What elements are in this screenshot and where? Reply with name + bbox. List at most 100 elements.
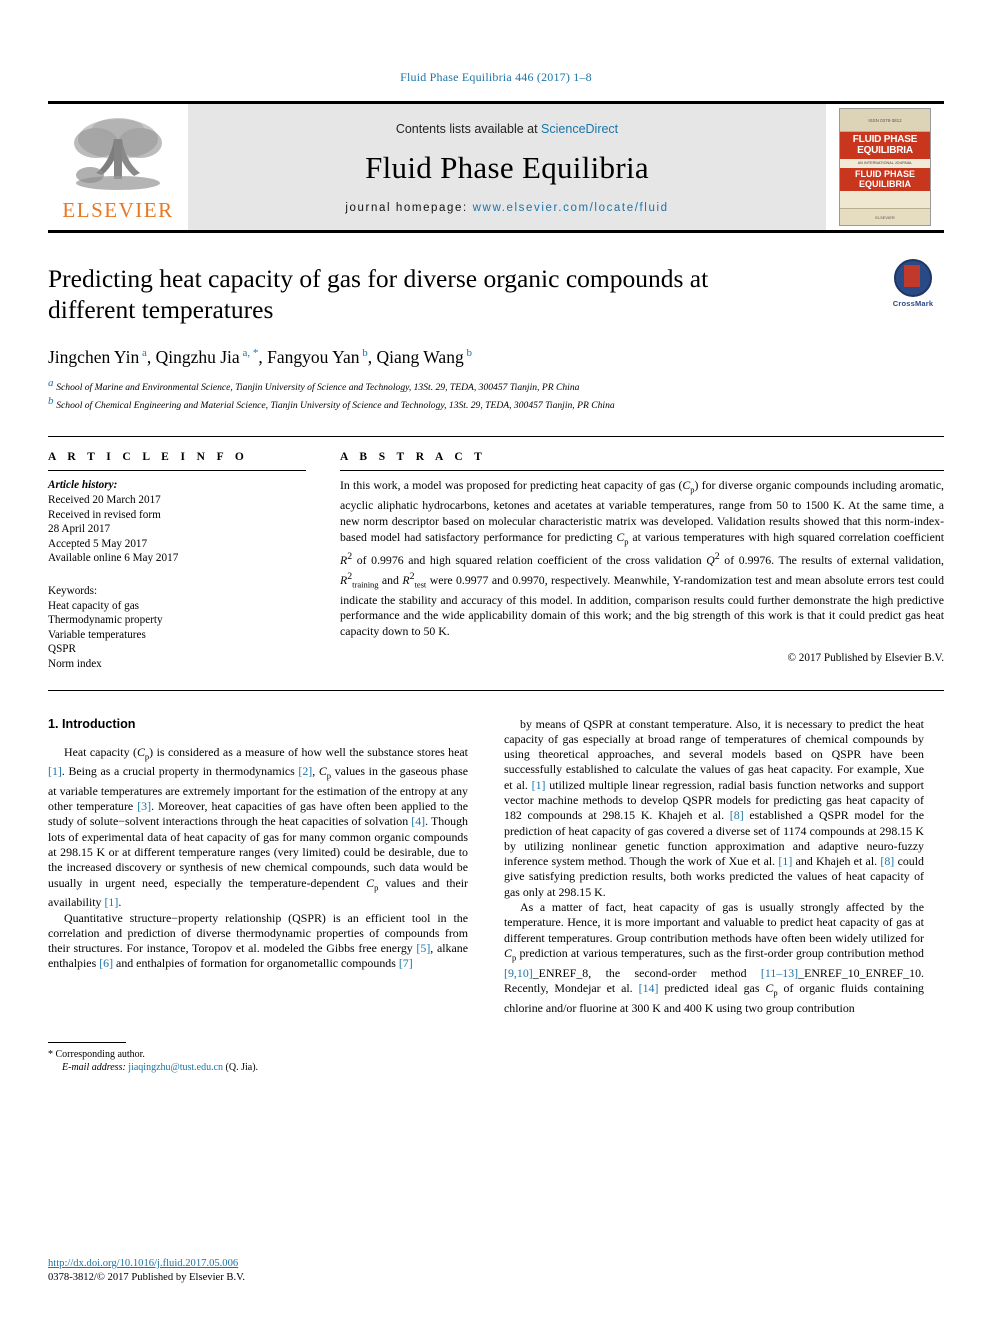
article-history-item: Accepted 5 May 2017 [48, 537, 148, 550]
masthead-center: Contents lists available at ScienceDirec… [188, 104, 826, 230]
keyword-item: Norm index [48, 657, 102, 670]
footnote-corresponding-line: * Corresponding author. [48, 1048, 468, 1062]
cover-subtitle: AN INTERNATIONAL JOURNAL [857, 161, 913, 165]
author-name: Qingzhu Jia [155, 347, 240, 367]
title-area: Predicting heat capacity of gas for dive… [48, 259, 944, 412]
keyword-item: QSPR [48, 643, 76, 656]
cover-band-title: FLUID PHASE EQUILIBRIA [840, 132, 930, 159]
footnote-divider [48, 1041, 126, 1043]
body-paragraph: As a matter of fact, heat capacity of ga… [504, 900, 925, 1015]
abstract-heading: A B S T R A C T [340, 451, 487, 464]
reference-link[interactable]: [8] [730, 808, 744, 822]
keywords-items: Heat capacity of gas Thermodynamic proper… [48, 599, 306, 672]
body-columns: 1. Introduction Heat capacity (Cp) is co… [48, 717, 944, 1016]
doi-link[interactable]: http://dx.doi.org/10.1016/j.fluid.2017.0… [48, 1258, 238, 1269]
page-title: Predicting heat capacity of gas for dive… [48, 264, 709, 324]
body-column-left: 1. Introduction Heat capacity (Cp) is co… [48, 717, 468, 1016]
reference-link[interactable]: [8] [880, 854, 894, 868]
body-paragraph: Heat capacity (Cp) is considered as a me… [48, 744, 468, 910]
author-affiliation-mark: b [463, 347, 472, 360]
intro-right-paragraphs: by means of QSPR at constant temperature… [504, 717, 924, 1016]
crossmark-badge[interactable]: CrossMark [882, 259, 944, 308]
article-info-column: A R T I C L E I N F O Article history: R… [48, 451, 306, 671]
article-history: Article history: Received 20 March 2017 R… [48, 478, 306, 566]
sciencedirect-link[interactable]: ScienceDirect [541, 122, 618, 136]
journal-masthead: ELSEVIER Contents lists available at Sci… [48, 101, 944, 233]
reference-link[interactable]: [7] [399, 956, 413, 970]
elsevier-logo: ELSEVIER [48, 104, 188, 230]
crossmark-label: CrossMark [892, 299, 934, 308]
reference-link[interactable]: [9,10] [504, 966, 533, 980]
reference-link[interactable]: [1] [48, 764, 62, 778]
article-history-label: Article history: [48, 479, 118, 492]
keyword-item: Thermodynamic property [48, 614, 163, 627]
author-name: Fangyou Yan [267, 347, 360, 367]
reference-link[interactable]: [3] [137, 799, 151, 813]
affiliation: b School of Chemical Engineering and Mat… [48, 395, 944, 413]
contents-available-line: Contents lists available at ScienceDirec… [396, 122, 618, 136]
reference-link[interactable]: [1] [778, 854, 792, 868]
article-history-items: Received 20 March 2017 Received in revise… [48, 493, 306, 566]
divider [340, 470, 944, 472]
article-info-heading: A R T I C L E I N F O [48, 451, 249, 464]
divider [48, 689, 944, 691]
author-list: Jingchen Yin a, Qingzhu Jia a, *, Fangyo… [48, 347, 472, 367]
author-name: Jingchen Yin [48, 347, 140, 367]
affiliation-mark: a [48, 377, 57, 389]
affiliation: a School of Marine and Environmental Sci… [48, 377, 944, 395]
keyword-item: Variable temperatures [48, 628, 146, 641]
abstract-column: A B S T R A C T In this work, a model wa… [340, 451, 944, 671]
elsevier-tree-icon [74, 118, 162, 190]
reference-link[interactable]: [6] [99, 956, 113, 970]
reference-link[interactable]: [14] [639, 981, 659, 995]
running-head: Fluid Phase Equilibria 446 (2017) 1–8 [400, 70, 592, 84]
email-address-label: E-mail address: [62, 1062, 126, 1074]
cover-art [840, 191, 930, 208]
author-affiliation-mark: a [139, 347, 147, 360]
reference-link[interactable]: [1] [532, 778, 546, 792]
article-history-item: Received in revised form [48, 508, 161, 521]
abstract-copyright: © 2017 Published by Elsevier B.V. [787, 651, 944, 664]
footnote-corresponding: Corresponding author. [55, 1048, 145, 1060]
affiliation-list: a School of Marine and Environmental Sci… [48, 377, 944, 412]
issn-copyright-line: 0378-3812/© 2017 Published by Elsevier B… [48, 1272, 246, 1283]
section-title-introduction: 1. Introduction [48, 716, 136, 731]
footnote-email-line: E-mail address: jiaqingzhu@tust.edu.cn (… [48, 1061, 468, 1075]
article-history-item: 28 April 2017 [48, 523, 111, 536]
article-history-item: Received 20 March 2017 [48, 493, 161, 506]
divider [48, 470, 306, 472]
author-name: Qiang Wang [376, 347, 464, 367]
footer-doi-block: http://dx.doi.org/10.1016/j.fluid.2017.0… [48, 1257, 245, 1285]
reference-link[interactable]: [2] [298, 764, 312, 778]
journal-homepage-link[interactable]: www.elsevier.com/locate/fluid [473, 202, 669, 214]
intro-left-paragraphs: Heat capacity (Cp) is considered as a me… [48, 745, 468, 972]
crossmark-icon [894, 259, 932, 297]
contents-prefix: Contents lists available at [395, 121, 542, 136]
homepage-prefix: journal homepage: [345, 201, 473, 214]
reference-link[interactable]: [4] [411, 814, 425, 828]
email-link[interactable]: jiaqingzhu@tust.edu.cn [128, 1062, 223, 1073]
email-owner: (Q. Jia). [225, 1062, 259, 1074]
journal-cover-thumbnail: ISSN 0378-3812 FLUID PHASE EQUILIBRIA AN… [826, 104, 944, 230]
affiliation-text: School of Chemical Engineering and Mater… [56, 399, 615, 411]
article-page: Fluid Phase Equilibria 446 (2017) 1–8 EL… [0, 0, 992, 1323]
reference-link[interactable]: [11–13] [761, 966, 798, 980]
affiliation-text: School of Marine and Environmental Scien… [56, 382, 580, 394]
body-paragraph: Quantitative structure−property relation… [48, 910, 469, 971]
info-abstract-block: A R T I C L E I N F O Article history: R… [48, 436, 944, 671]
keywords-block: Keywords: Heat capacity of gas Thermodyna… [48, 584, 306, 672]
cover-publisher: ELSEVIER [840, 208, 930, 225]
body-paragraph: by means of QSPR at constant temperature… [504, 716, 924, 899]
footnote-text: * Corresponding author. E-mail address: … [48, 1048, 468, 1075]
author-affiliation-mark: a, * [239, 347, 259, 360]
affiliation-mark: b [48, 394, 57, 407]
keywords-label: Keywords: [48, 584, 98, 597]
cover-issn: ISSN 0378-3812 [840, 109, 930, 132]
corresponding-author-footnote: * Corresponding author. E-mail address: … [48, 1041, 468, 1075]
reference-link[interactable]: [5] [416, 941, 430, 955]
keyword-item: Heat capacity of gas [48, 599, 140, 612]
article-history-item: Available online 6 May 2017 [48, 552, 179, 565]
journal-title: Fluid Phase Equilibria [365, 149, 649, 185]
reference-link[interactable]: [1] [104, 895, 118, 909]
author-affiliation-mark: b [359, 347, 368, 360]
